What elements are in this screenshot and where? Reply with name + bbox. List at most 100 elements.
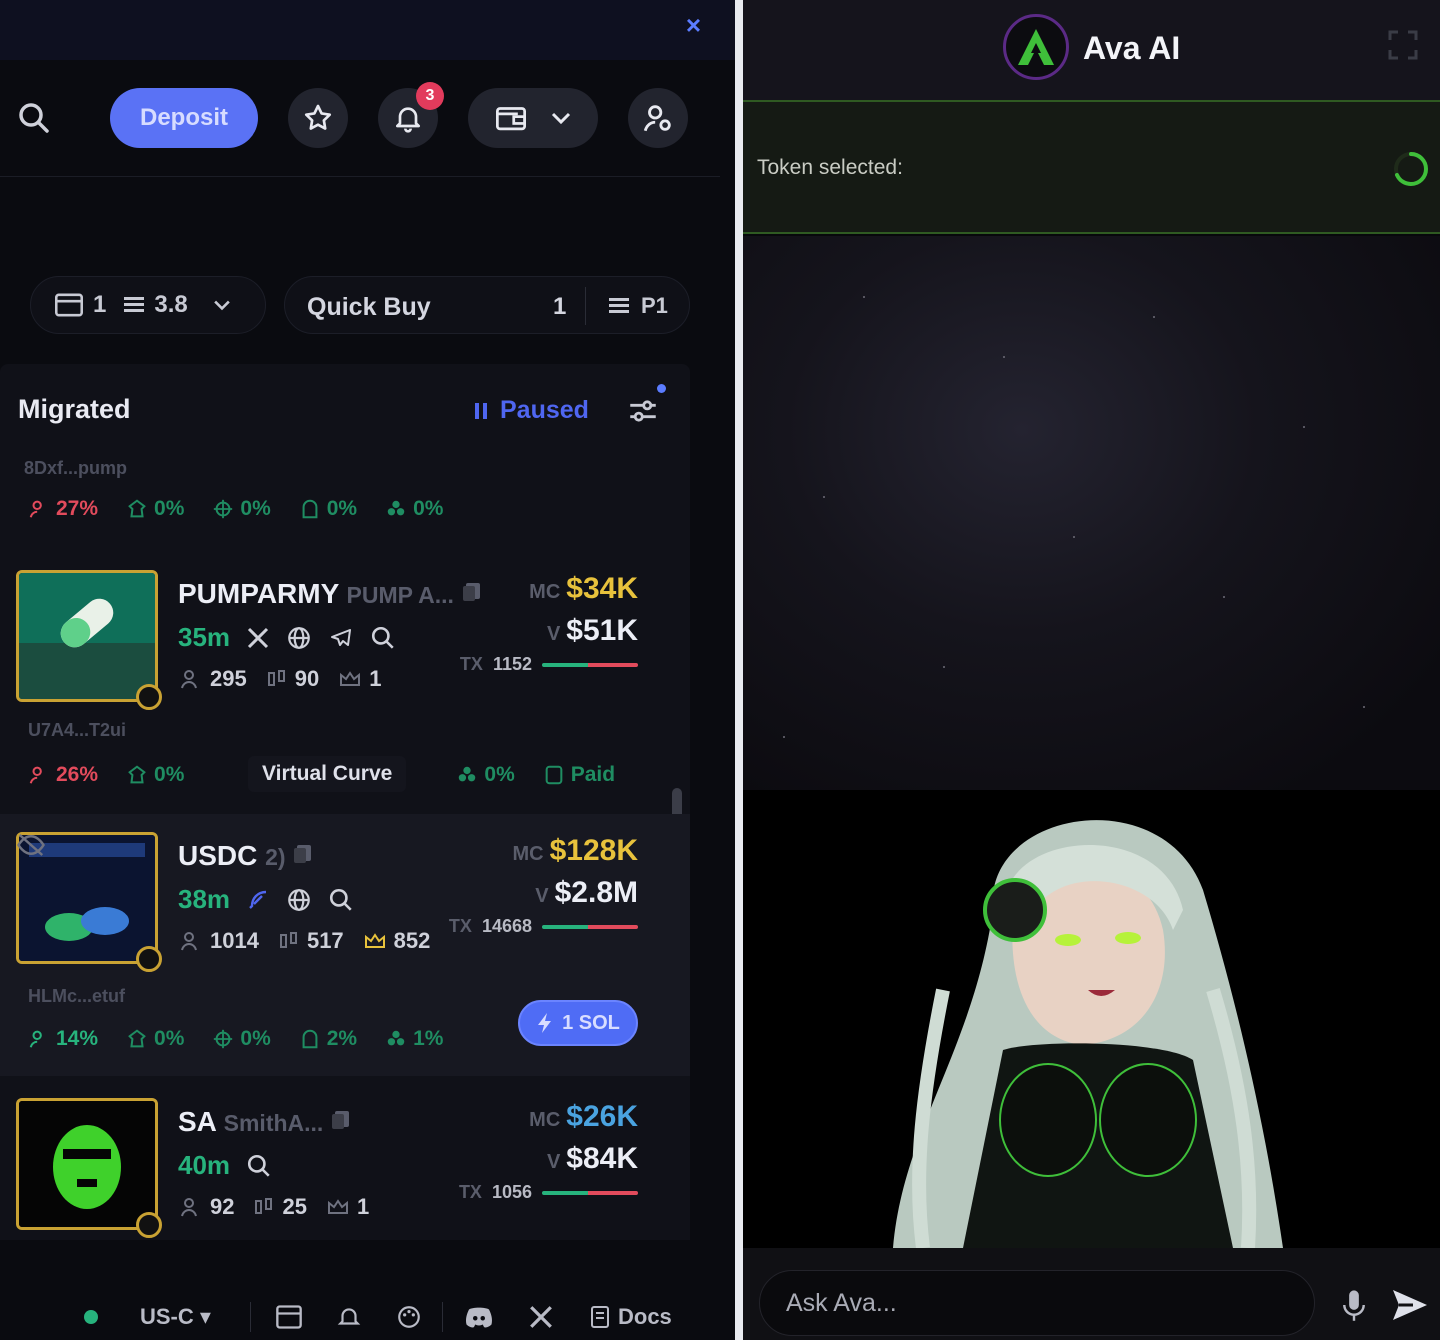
chevron-down-icon (551, 112, 571, 125)
app-root: × Deposit 3 1 3.8 Quick Buy 1 P1 Migrate… (0, 0, 1440, 1340)
feather-icon[interactable] (246, 887, 270, 913)
kol-count: 1 (325, 1194, 369, 1220)
candles-icon (255, 1198, 273, 1214)
notifications-button[interactable]: 3 (378, 82, 444, 148)
token-stats-row: 27% 0% 0% 0% 0% (28, 494, 443, 524)
fullscreen-icon[interactable] (1388, 30, 1418, 60)
market-cap: MC $26K (529, 1100, 638, 1133)
top10-holders-stat: 26% (28, 763, 98, 787)
token-age: 35m (178, 622, 231, 652)
panel-divider[interactable] (735, 0, 743, 1340)
search-icon[interactable] (246, 1153, 272, 1179)
quick-buy-amount[interactable]: 1 (553, 293, 566, 321)
loading-spinner-icon (1392, 150, 1430, 188)
token-name-line: SA SmithA... (178, 1106, 351, 1138)
wallet-dropdown[interactable] (468, 88, 598, 148)
x-twitter-icon[interactable] (526, 1302, 556, 1332)
search-icon[interactable] (328, 887, 354, 913)
discord-icon[interactable] (464, 1302, 494, 1332)
holders-count: 295 (178, 666, 247, 692)
copy-icon[interactable] (293, 843, 313, 865)
token-fullname: PUMP A... (346, 582, 454, 608)
docs-link[interactable]: Docs (588, 1304, 672, 1330)
candles-icon (267, 670, 285, 686)
dev-holding-stat: 0% (126, 1027, 184, 1051)
bell-icon[interactable] (334, 1302, 364, 1332)
top10-holders-stat: 27% (28, 497, 98, 521)
user-icon (29, 500, 42, 518)
wallet-balance-selector[interactable]: 1 3.8 (30, 276, 266, 334)
chevron-down-icon (213, 300, 230, 311)
telegram-icon[interactable] (328, 626, 354, 650)
search-icon[interactable] (12, 96, 56, 140)
x-twitter-icon[interactable] (246, 626, 270, 650)
token-address[interactable]: 8Dxf...pump (24, 458, 127, 479)
holders-icon (181, 670, 197, 689)
window-icon[interactable] (274, 1302, 304, 1332)
token-fullname: 2) (265, 844, 286, 870)
filter-active-dot (657, 384, 666, 393)
token-meta-row: 35m (178, 622, 396, 653)
wallet-icon (55, 293, 83, 317)
lightning-icon (538, 1013, 552, 1033)
globe-icon[interactable] (286, 887, 312, 913)
token-symbol: PUMPARMY (178, 578, 339, 609)
preset-selector[interactable]: P1 (607, 293, 668, 319)
connection-status-dot (84, 1310, 98, 1324)
footer-divider (442, 1302, 443, 1332)
trading-panel: × Deposit 3 1 3.8 Quick Buy 1 P1 Migrate… (0, 0, 735, 1340)
holders-count: 1014 (178, 928, 259, 954)
token-counts-row: 1014 517 852 (178, 928, 430, 954)
toolbar: Deposit 3 (0, 82, 735, 150)
crown-icon (364, 933, 385, 948)
paused-toggle[interactable]: Paused (474, 396, 589, 425)
chef-hat-icon (128, 499, 146, 518)
send-icon[interactable] (1391, 1288, 1429, 1322)
close-icon[interactable]: × (686, 10, 701, 41)
copy-icon[interactable] (462, 581, 482, 603)
microphone-icon[interactable] (1339, 1288, 1369, 1322)
dev-holding-stat: 0% (126, 763, 184, 787)
token-meta-row: 40m (178, 1150, 272, 1181)
token-fullname: SmithA... (223, 1110, 324, 1136)
document-icon (591, 1306, 609, 1328)
filter-button[interactable] (626, 384, 666, 430)
ask-ava-input[interactable] (759, 1270, 1315, 1336)
bundlers-stat: 0% (385, 497, 443, 521)
hide-eye-icon[interactable] (16, 832, 46, 858)
watchlist-star-button[interactable] (288, 88, 348, 148)
cluster-icon (387, 500, 405, 516)
token-image[interactable] (16, 1098, 158, 1230)
ava-avatar (743, 790, 1440, 1248)
quick-buy-1-sol-button[interactable]: 1 SOL (518, 1000, 638, 1046)
region-selector[interactable]: US-C ▾ (140, 1304, 211, 1330)
transactions: TX 1056 (459, 1182, 638, 1203)
token-address[interactable]: HLMc...etuf (28, 986, 125, 1007)
copy-icon[interactable] (331, 1109, 351, 1131)
account-button[interactable] (628, 88, 688, 148)
token-card[interactable]: PUMPARMY PUMP A... 35m 295 90 1 MC$34K (0, 570, 690, 740)
footer-bar: US-C ▾ Docs (0, 1290, 735, 1340)
sol-button-label: 1 SOL (562, 1011, 620, 1034)
deposit-button[interactable]: Deposit (110, 88, 258, 148)
token-card[interactable]: SA SmithA... 40m 92 25 1 MC $26K V $84K TX… (0, 1098, 690, 1240)
token-image[interactable] (16, 570, 158, 702)
token-symbol: USDC (178, 840, 258, 871)
footer-divider (250, 1302, 251, 1332)
crosshair-icon (214, 1029, 233, 1049)
search-icon[interactable] (370, 625, 396, 651)
token-age: 40m (178, 1150, 231, 1180)
token-address[interactable]: U7A4...T2ui (28, 720, 126, 741)
market-cap: MC $128K (512, 834, 638, 867)
quick-buy-control[interactable]: Quick Buy 1 P1 (284, 276, 690, 334)
palette-icon[interactable] (394, 1302, 424, 1332)
ava-title: Ava AI (1083, 30, 1181, 66)
cluster-icon (459, 766, 476, 782)
pause-icon (475, 402, 487, 419)
solana-icon (609, 298, 629, 313)
crown-icon (340, 671, 361, 686)
buys-count: 90 (265, 666, 319, 692)
snipers-stat: 0% (212, 497, 271, 521)
ava-ai-panel: Ava AI Token selected: (743, 0, 1440, 1340)
globe-icon[interactable] (286, 625, 312, 651)
